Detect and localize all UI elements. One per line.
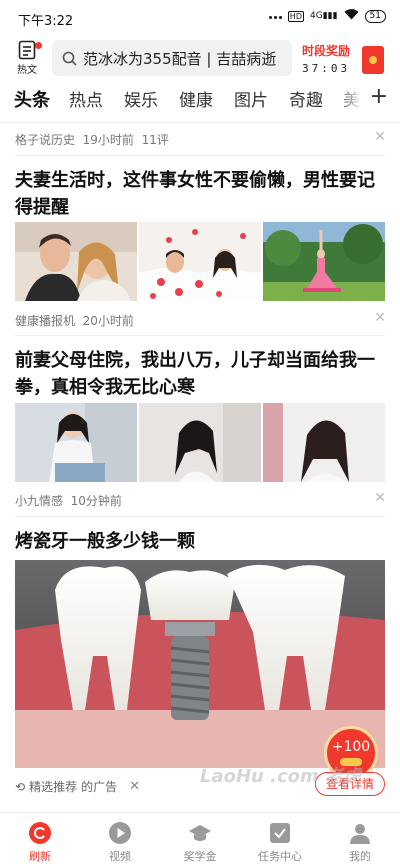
article-thumbnail[interactable] xyxy=(15,403,137,482)
tab-headline[interactable]: 头条 xyxy=(14,86,50,112)
search-icon xyxy=(62,51,77,66)
dismiss-icon[interactable]: ✕ xyxy=(374,129,386,145)
tab-hot[interactable]: 热点 xyxy=(69,86,103,111)
battery-icon: 51 xyxy=(364,9,386,23)
article-thumbnail[interactable] xyxy=(139,403,261,482)
more-dots-icon xyxy=(267,11,282,22)
document-icon xyxy=(18,40,36,60)
tab-health[interactable]: 健康 xyxy=(179,86,213,111)
dismiss-icon[interactable]: ✕ xyxy=(374,310,386,326)
article-thumbnail[interactable] xyxy=(263,222,385,301)
tab-entertainment[interactable]: 娱乐 xyxy=(124,86,158,111)
ad-meta: ⟲ 精选推荐 的广告 ✕ xyxy=(15,779,140,794)
article-thumbnail[interactable] xyxy=(139,222,261,301)
article-thumbnail[interactable] xyxy=(263,403,385,482)
add-channel-icon[interactable]: + xyxy=(370,84,388,109)
nav-refresh[interactable]: 刷新 xyxy=(10,821,70,864)
article-thumbnail[interactable] xyxy=(15,222,137,301)
dismiss-icon[interactable]: ✕ xyxy=(374,490,386,506)
status-time: 下午3:22 xyxy=(18,14,74,29)
reward-countdown: 37:03 xyxy=(302,62,351,75)
hot-doc-label: 热文 xyxy=(17,65,37,76)
status-icons: HD 4G▮▮▮ 51 xyxy=(267,9,386,23)
nav-tasks[interactable]: 任务中心 xyxy=(250,821,310,864)
task-icon xyxy=(270,823,290,843)
hd-badge: HD xyxy=(287,10,304,22)
refresh-icon xyxy=(29,822,51,844)
ad-refresh-icon: ⟲ xyxy=(15,779,26,794)
nav-profile[interactable]: 我的 xyxy=(330,821,390,864)
app-header: 热文 范冰冰为355配音 | 吉喆病逝 时段奖励 37:03 xyxy=(0,36,400,80)
article-title[interactable]: 前妻父母住院，我出八万，儿子却当面给我一拳，真相令我无比心寒 xyxy=(15,347,387,401)
reward-title: 时段奖励 xyxy=(302,44,351,58)
nav-video[interactable]: 视频 xyxy=(90,821,150,864)
scholarship-icon xyxy=(189,825,211,841)
search-query: 范冰冰为355配音 | 吉喆病逝 xyxy=(83,49,277,68)
nav-scholarship[interactable]: 奖学金 xyxy=(170,821,230,864)
article-meta: 小九情感 10分钟前 xyxy=(15,494,122,508)
bottom-nav: 刷新 视频 奖学金 任务中心 我的 xyxy=(0,812,400,866)
red-packet-icon[interactable] xyxy=(362,46,384,74)
time-reward[interactable]: 时段奖励 37:03 xyxy=(302,42,358,75)
status-bar: 下午3:22 HD 4G▮▮▮ 51 xyxy=(0,0,400,34)
article-meta: 格子说历史 19小时前 11评 xyxy=(15,133,169,147)
article-meta: 健康播报机 20小时前 xyxy=(15,314,134,328)
profile-icon xyxy=(350,824,370,844)
dismiss-icon[interactable]: ✕ xyxy=(129,779,140,794)
tab-funny[interactable]: 奇趣 xyxy=(289,86,323,111)
video-icon xyxy=(109,822,131,844)
wifi-icon xyxy=(344,9,359,23)
hot-doc-button[interactable]: 热文 xyxy=(12,40,42,78)
channel-tabs: 头条 热点 娱乐 健康 图片 奇趣 美 + xyxy=(0,82,400,116)
watermark-logo: LaoHu .com 老虎 xyxy=(200,766,362,787)
search-bar[interactable]: 范冰冰为355配音 | 吉喆病逝 xyxy=(52,40,292,76)
article-title[interactable]: 夫妻生活时，这件事女性不要偷懒，男性要记得提醒 xyxy=(15,167,387,221)
tab-pictures[interactable]: 图片 xyxy=(234,86,268,111)
ad-title[interactable]: 烤瓷牙一般多少钱一颗 xyxy=(15,528,387,555)
network-icon: 4G▮▮▮ xyxy=(309,11,338,21)
notification-dot xyxy=(35,42,42,49)
